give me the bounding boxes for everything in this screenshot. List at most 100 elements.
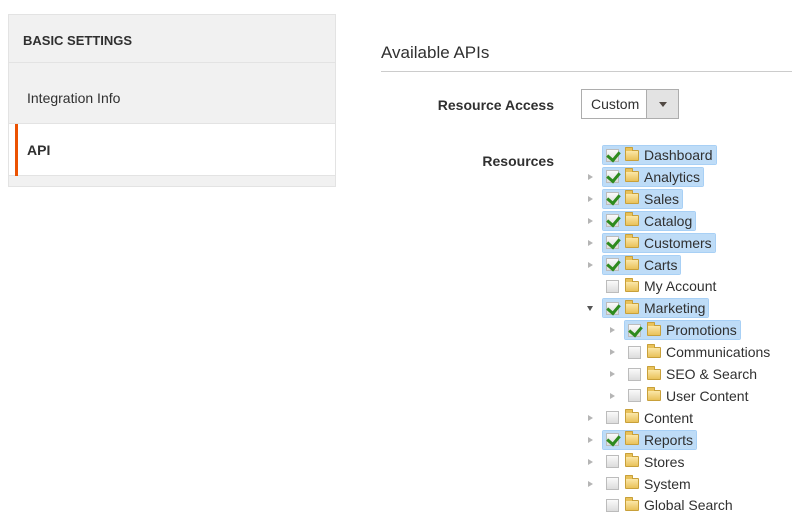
tree-node-label: My Account	[644, 278, 717, 295]
tree-expand-toggle[interactable]	[585, 474, 595, 494]
tree-node-anchor[interactable]: Carts	[601, 254, 682, 275]
tree-node-anchor[interactable]: Catalog	[601, 210, 697, 231]
folder-icon	[625, 496, 639, 511]
tree-node-anchor[interactable]: Content	[603, 409, 696, 427]
tree-node-anchor[interactable]: Dashboard	[602, 145, 717, 165]
dropdown-button[interactable]	[646, 90, 678, 118]
checkbox-icon[interactable]	[606, 411, 619, 425]
tree-collapse-toggle[interactable]	[585, 298, 595, 318]
checkbox-icon[interactable]	[606, 236, 619, 250]
folder-icon	[625, 299, 639, 314]
tree-node-anchor[interactable]: Stores	[603, 453, 687, 471]
checkbox-icon[interactable]	[606, 301, 619, 315]
folder-icon	[647, 343, 661, 358]
tree-expand-toggle[interactable]	[585, 189, 595, 209]
tree-node-anchor[interactable]: Analytics	[601, 166, 705, 187]
tree-node-label: Catalog	[644, 212, 693, 229]
tree-node: Catalog	[585, 210, 697, 231]
tree-node: User Content	[607, 386, 751, 406]
tree-node: Communications	[607, 342, 773, 362]
tree-node: Carts	[585, 254, 682, 275]
tree-node-anchor[interactable]: Global Search	[603, 496, 736, 514]
checkbox-icon[interactable]	[606, 148, 619, 162]
tree-node-label: Global Search	[644, 497, 733, 514]
checkbox-icon[interactable]	[606, 433, 619, 447]
tree-node: Global Search	[585, 495, 736, 515]
tree-node-anchor[interactable]: Promotions	[624, 320, 741, 341]
triangle-right-icon	[587, 261, 593, 268]
checkbox-icon[interactable]	[606, 170, 619, 184]
tree-node-anchor[interactable]: Communications	[625, 343, 773, 361]
tree-node-label: SEO & Search	[666, 366, 758, 382]
tree-node-anchor[interactable]: Sales	[601, 188, 684, 209]
tree-expand-toggle[interactable]	[585, 167, 595, 187]
checkbox-icon[interactable]	[606, 498, 619, 512]
triangle-right-icon	[587, 173, 593, 180]
tree-node-anchor[interactable]: Marketing	[601, 298, 710, 319]
triangle-right-icon	[609, 327, 615, 334]
tree-expand-toggle[interactable]	[585, 430, 595, 450]
triangle-right-icon	[587, 195, 593, 202]
tree-node: Sales	[585, 188, 684, 209]
checkbox-icon[interactable]	[628, 323, 641, 337]
checkbox-icon[interactable]	[606, 192, 619, 206]
folder-icon	[625, 409, 639, 424]
tree-node: Dashboard	[585, 145, 717, 165]
tree-node-label: Customers	[644, 234, 712, 251]
tree-expand-toggle[interactable]	[607, 364, 617, 384]
sidebar-item-api[interactable]: API	[9, 124, 335, 176]
folder-icon	[625, 256, 639, 270]
checkbox-icon[interactable]	[606, 214, 619, 228]
tree-node-anchor[interactable]: SEO & Search	[625, 365, 760, 383]
checkbox-icon[interactable]	[628, 367, 641, 381]
resource-access-select[interactable]: Custom	[581, 89, 679, 119]
tree-node-label: Marketing	[644, 300, 706, 317]
folder-icon	[625, 234, 639, 249]
tree-node: Marketing	[585, 298, 710, 319]
tree-node: Content	[585, 408, 696, 428]
tree-node-anchor[interactable]: System	[603, 475, 694, 493]
tree-node: Customers	[585, 232, 716, 253]
section-title: Available APIs	[381, 43, 490, 62]
tree-expand-toggle[interactable]	[585, 452, 595, 472]
checkbox-icon[interactable]	[606, 455, 619, 469]
chevron-down-icon	[658, 101, 667, 107]
tree-node: Stores	[585, 452, 687, 472]
folder-icon	[625, 190, 639, 205]
triangle-right-icon	[587, 239, 593, 246]
tree-expand-toggle[interactable]	[585, 255, 595, 275]
folder-icon	[625, 431, 639, 446]
tree-node-label: User Content	[666, 387, 749, 404]
tree-node-label: Content	[644, 409, 694, 426]
triangle-down-icon	[587, 305, 593, 311]
folder-icon	[647, 387, 661, 402]
folder-icon	[625, 453, 639, 468]
checkbox-icon[interactable]	[628, 389, 641, 403]
folder-icon	[625, 212, 639, 227]
checkbox-icon[interactable]	[606, 477, 619, 490]
sidebar-item-integration-info[interactable]: Integration Info	[9, 63, 335, 124]
tree-expand-toggle[interactable]	[607, 342, 617, 362]
checkbox-icon[interactable]	[606, 279, 619, 293]
checkbox-icon[interactable]	[628, 345, 641, 359]
tree-expand-toggle[interactable]	[607, 320, 617, 340]
tree-expand-toggle[interactable]	[607, 386, 617, 406]
folder-icon	[625, 475, 639, 489]
folder-icon	[625, 277, 639, 292]
folder-icon	[647, 365, 661, 380]
tree-node-anchor[interactable]: Reports	[601, 429, 698, 450]
tree-node-anchor[interactable]: User Content	[625, 387, 751, 405]
triangle-right-icon	[587, 480, 593, 487]
triangle-right-icon	[587, 458, 593, 465]
tree-node: Analytics	[585, 166, 705, 187]
tree-expand-toggle[interactable]	[585, 233, 595, 253]
checkbox-icon[interactable]	[606, 258, 619, 271]
tree-node: Promotions	[607, 320, 741, 341]
tree-expand-toggle[interactable]	[585, 211, 595, 231]
tree-node: System	[585, 474, 694, 494]
sidebar-title: BASIC SETTINGS	[9, 15, 335, 63]
tree-expand-toggle[interactable]	[585, 408, 595, 428]
tree-node-label: Dashboard	[644, 147, 713, 163]
tree-node-anchor[interactable]: My Account	[603, 277, 719, 295]
tree-node-anchor[interactable]: Customers	[602, 232, 716, 253]
